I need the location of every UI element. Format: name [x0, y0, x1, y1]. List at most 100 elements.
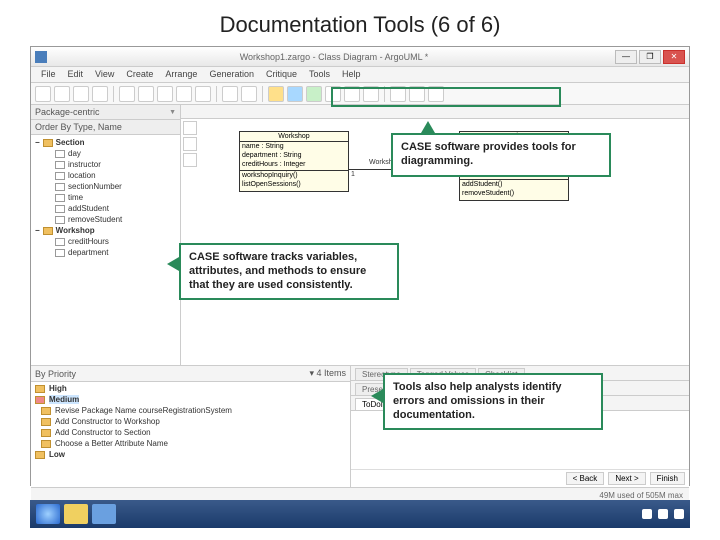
todo-list[interactable]: High Medium Revise Package Name courseRe…: [31, 382, 350, 487]
menu-view[interactable]: View: [89, 67, 120, 82]
todo-label: Add Constructor to Section: [55, 428, 151, 437]
todo-item[interactable]: Add Constructor to Workshop: [33, 416, 348, 427]
back-button[interactable]: < Back: [566, 472, 605, 485]
tree-item[interactable]: day: [33, 148, 178, 159]
app-window: Workshop1.zargo - Class Diagram - ArgoUM…: [30, 46, 690, 486]
toolbar-button[interactable]: [119, 86, 135, 102]
tree-item[interactable]: time: [33, 192, 178, 203]
explorer-icon[interactable]: [64, 504, 88, 524]
maximize-button[interactable]: ❐: [639, 50, 661, 64]
class-icon: [43, 139, 53, 147]
tree-item[interactable]: location: [33, 170, 178, 181]
menu-tools[interactable]: Tools: [303, 67, 336, 82]
tree-label: location: [68, 171, 96, 180]
uml-attr: creditHours : Integer: [242, 161, 346, 170]
toolbar-button[interactable]: [241, 86, 257, 102]
titlebar[interactable]: Workshop1.zargo - Class Diagram - ArgoUM…: [31, 47, 689, 67]
toolbar-button[interactable]: [176, 86, 192, 102]
minimize-button[interactable]: —: [615, 50, 637, 64]
tree-node-workshop[interactable]: −Workshop: [33, 225, 178, 236]
menu-edit[interactable]: Edit: [62, 67, 90, 82]
uml-class-workshop[interactable]: Workshop name : String department : Stri…: [239, 131, 349, 192]
highlight-toolbar: [331, 87, 561, 107]
slide-title: Documentation Tools (6 of 6): [0, 0, 720, 46]
todo-priority-low[interactable]: Low: [33, 449, 348, 460]
menu-create[interactable]: Create: [120, 67, 159, 82]
tree-node-section[interactable]: −Section: [33, 137, 178, 148]
menu-arrange[interactable]: Arrange: [159, 67, 203, 82]
tray-icon[interactable]: [658, 509, 668, 519]
uml-class-name: Workshop: [240, 132, 348, 142]
todo-priority-medium[interactable]: Medium: [33, 394, 348, 405]
tree-item[interactable]: department: [33, 247, 178, 258]
todo-pane: By Priority ▾ 4 Items High Medium Revise…: [31, 366, 351, 487]
taskbar[interactable]: [30, 500, 690, 528]
class-icon: [43, 227, 53, 235]
menu-generation[interactable]: Generation: [203, 67, 260, 82]
tree-label: creditHours: [68, 237, 109, 246]
model-tree[interactable]: −Section day instructor location section…: [31, 135, 180, 365]
tray-icon[interactable]: [674, 509, 684, 519]
tree-label: time: [68, 193, 83, 202]
finish-button[interactable]: Finish: [650, 472, 685, 485]
tree-item[interactable]: addStudent: [33, 203, 178, 214]
perspective-selector[interactable]: Package-centric▼: [31, 105, 180, 120]
app-task-icon[interactable]: [92, 504, 116, 524]
tool-button[interactable]: [183, 137, 197, 151]
todo-label: Low: [49, 450, 65, 459]
callout-diagram-tools: CASE software provides tools for diagram…: [391, 133, 611, 177]
tree-item[interactable]: removeStudent: [33, 214, 178, 225]
uml-op: workshopInquiry(): [242, 172, 346, 181]
toolbar-button[interactable]: [73, 86, 89, 102]
menu-critique[interactable]: Critique: [260, 67, 303, 82]
uml-attr: name : String: [242, 143, 346, 152]
toolbar-button[interactable]: [157, 86, 173, 102]
order-selector[interactable]: Order By Type, Name: [31, 120, 180, 135]
toolbar-button[interactable]: [138, 86, 154, 102]
menu-file[interactable]: File: [35, 67, 62, 82]
todo-label: Medium: [49, 395, 79, 404]
todo-order[interactable]: By Priority: [35, 369, 76, 379]
toolbar-button[interactable]: [35, 86, 51, 102]
todo-item[interactable]: Revise Package Name courseRegistrationSy…: [33, 405, 348, 416]
tray-icon[interactable]: [642, 509, 652, 519]
uml-attrs: name : String department : String credit…: [240, 142, 348, 171]
toolbar-button[interactable]: [306, 86, 322, 102]
toolbar-button[interactable]: [222, 86, 238, 102]
tree-label: Section: [56, 138, 85, 147]
todo-item[interactable]: Choose a Better Attribute Name: [33, 438, 348, 449]
tree-item[interactable]: creditHours: [33, 236, 178, 247]
order-label: Order By Type, Name: [35, 122, 122, 132]
attr-icon: [55, 194, 65, 202]
uml-attr: department : String: [242, 152, 346, 161]
item-icon: [41, 418, 51, 426]
todo-item[interactable]: Add Constructor to Section: [33, 427, 348, 438]
toolbar-button[interactable]: [195, 86, 211, 102]
tree-label: addStudent: [68, 204, 109, 213]
uml-op: removeStudent(): [462, 190, 566, 199]
callout-consistency: CASE software tracks variables, attribut…: [179, 243, 399, 300]
attr-icon: [55, 238, 65, 246]
next-button[interactable]: Next >: [608, 472, 645, 485]
assoc-mult-left: 1: [351, 171, 355, 178]
attr-icon: [55, 150, 65, 158]
item-icon: [41, 440, 51, 448]
attr-icon: [55, 172, 65, 180]
toolbar-button[interactable]: [268, 86, 284, 102]
todo-priority-high[interactable]: High: [33, 383, 348, 394]
item-icon: [41, 407, 51, 415]
toolbar-button[interactable]: [92, 86, 108, 102]
attr-icon: [55, 249, 65, 257]
toolbar-button[interactable]: [287, 86, 303, 102]
arrow-icon: [371, 389, 383, 403]
select-tool[interactable]: [183, 121, 197, 135]
tool-button[interactable]: [183, 153, 197, 167]
ie-icon[interactable]: [36, 504, 60, 524]
tree-item[interactable]: sectionNumber: [33, 181, 178, 192]
menu-help[interactable]: Help: [336, 67, 367, 82]
arrow-icon: [421, 121, 435, 133]
close-button[interactable]: ✕: [663, 50, 685, 64]
uml-ops: workshopInquiry() listOpenSessions(): [240, 171, 348, 191]
toolbar-button[interactable]: [54, 86, 70, 102]
tree-item[interactable]: instructor: [33, 159, 178, 170]
